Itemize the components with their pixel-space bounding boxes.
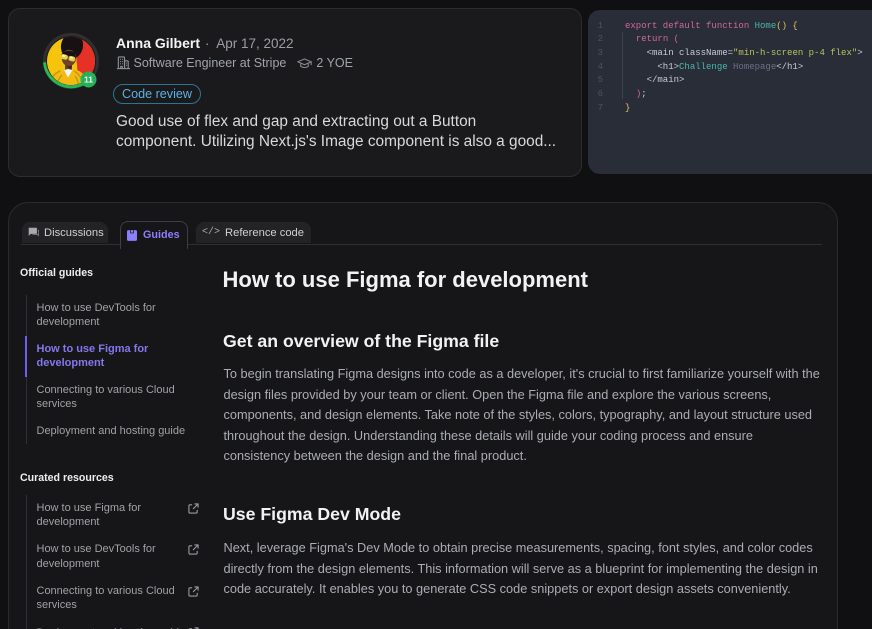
svg-text:11: 11 [84,75,93,85]
